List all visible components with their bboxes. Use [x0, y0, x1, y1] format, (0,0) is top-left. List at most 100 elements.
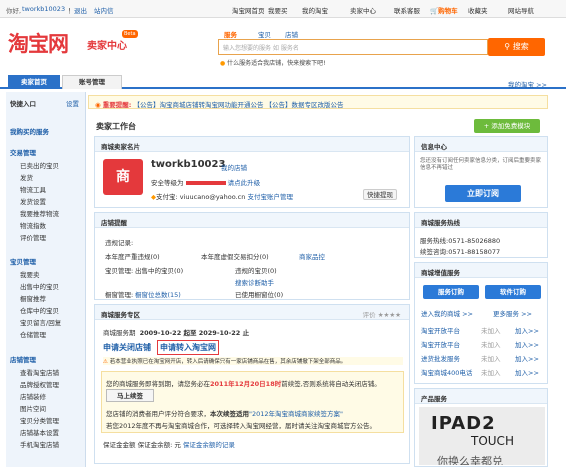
logout-link[interactable]: 退出	[74, 5, 87, 15]
reminders-panel: 店铺提醒 违规记录: 本年度严重违规(0) 本年度虚假交易扣分(0) 商家品控 …	[94, 212, 410, 300]
search-tab-item[interactable]: 宝贝	[258, 29, 271, 39]
taobao-logo[interactable]: 淘宝网 卖家中心 Beta	[8, 24, 138, 64]
sidebar-group-trade[interactable]: 交易管理	[10, 147, 36, 157]
info-center-title: 信息中心	[415, 137, 547, 152]
sidebar-item-basic-settings[interactable]: 店铺基本设置	[20, 427, 59, 437]
sidebar-item-reviews[interactable]: 评价管理	[20, 232, 46, 242]
sidebar-item-showcase[interactable]: 橱窗推荐	[20, 293, 46, 303]
sidebar-group-shop[interactable]: 店铺管理	[10, 354, 36, 364]
ad-text-1: IPAD2	[431, 413, 496, 434]
renewal-plan-link[interactable]: "2012年淘宝商城商家续签方案"	[249, 410, 343, 418]
search-tab-service[interactable]: 服务	[224, 29, 237, 39]
search-button-label: 搜索	[512, 42, 529, 51]
order-software-button[interactable]: 软件订购	[485, 285, 541, 299]
service-row: 淘宝商城400电话 未加入 加入>>	[421, 367, 543, 377]
sidebar-item-index[interactable]: 物流指数	[20, 220, 46, 230]
top-link-service[interactable]: 联系客服	[394, 5, 420, 15]
notice-text[interactable]: 【公告】淘宝商城店铺转淘宝网功能开通公告 【公告】数据专区改版公告	[133, 101, 343, 108]
showcase-used[interactable]: 已使用橱窗位(0)	[235, 289, 283, 299]
service-name[interactable]: 进货批发服务	[421, 355, 460, 363]
search-button[interactable]: ⚲ 搜索	[488, 38, 545, 56]
service-status: 未加入	[481, 355, 501, 363]
search-tab-shop[interactable]: 店铺	[285, 29, 298, 39]
alipay-manage-link[interactable]: 支付宝账户管理	[247, 193, 293, 201]
fake-trade[interactable]: 本年度虚假交易扣分(0)	[201, 251, 269, 261]
close-shop-link[interactable]: 申请关闭店铺	[103, 342, 151, 353]
sidebar-item-warehouse[interactable]: 仓库中的宝贝	[20, 305, 59, 315]
ipad-ad-banner[interactable]: IPAD2 TOUCH 你换么幸都兑	[419, 407, 545, 465]
showcase-label: 橱窗管理:	[105, 291, 134, 299]
card-username: tworkb10023	[151, 159, 226, 170]
top-link-my-taobao[interactable]: 我的淘宝	[302, 5, 328, 15]
sidebar-item-sold[interactable]: 已卖出的宝贝	[20, 160, 59, 170]
top-link-home[interactable]: 淘宝网首页	[232, 5, 265, 15]
sidebar-item-ship-settings[interactable]: 发货设置	[20, 196, 46, 206]
hotline-phone-number: 0571-85026880	[448, 237, 501, 245]
quality-control-link[interactable]: 商家品控	[299, 251, 325, 261]
violation-label: 违规记录:	[105, 239, 134, 247]
deposit-records-link[interactable]: 保证金余额的记录	[183, 441, 235, 449]
join-link[interactable]: 加入>>	[515, 353, 539, 363]
my-shop-link[interactable]: 我的店铺	[221, 162, 247, 172]
items-onsale[interactable]: 出售中的宝贝(0)	[135, 265, 183, 275]
join-link[interactable]: 加入>>	[515, 325, 539, 335]
renew-button[interactable]: 马上续签	[106, 389, 154, 402]
service-period: 商城服务期 2009-10-22 起至 2029-10-22 止	[103, 327, 249, 337]
tab-seller-home[interactable]: 卖家首页	[8, 75, 60, 89]
messages-link[interactable]: 站内信	[94, 5, 114, 15]
ad-text-3: 你换么幸都兑	[437, 455, 503, 465]
my-taobao-link[interactable]: 我的淘宝 >>	[508, 79, 547, 89]
add-module-button[interactable]: + 添加免费模块	[474, 119, 540, 133]
more-services-link[interactable]: 更多服务 >>	[493, 308, 532, 318]
info-center-panel: 信息中心 您还没有订阅任何卖家信息分类，订阅后重要卖家信息不再错过 立即订阅	[414, 136, 548, 208]
search-input[interactable]: 输入您想要的服务 如 服务名	[218, 39, 488, 55]
service-name[interactable]: 淘宝开放平台	[421, 327, 460, 335]
sidebar-item-images[interactable]: 图片空间	[20, 403, 46, 413]
username-link[interactable]: tworkb10023	[22, 5, 65, 13]
service-status: 未加入	[481, 369, 501, 377]
sidebar-item-ship[interactable]: 发货	[20, 172, 33, 182]
sidebar-item-brand[interactable]: 品牌授权管理	[20, 379, 59, 389]
sidebar-item-decorate[interactable]: 店铺装修	[20, 391, 46, 401]
sidebar-item-mobile-shop[interactable]: 手机淘宝店铺	[20, 439, 59, 449]
items-violation[interactable]: 违规的宝贝(0)	[235, 265, 277, 275]
top-link-favorites[interactable]: 收藏夹	[468, 5, 488, 15]
renewal-policy: 您店铺的消费者用户评分符合要求，本次续签适用"2012年淘宝商城商家续签方案"	[106, 408, 343, 418]
sidebar-group-items[interactable]: 宝贝管理	[10, 256, 36, 266]
top-link-cart[interactable]: 🛒购物车	[430, 5, 458, 15]
logo-text: 淘宝网	[8, 31, 69, 56]
quick-recharge-button[interactable]: 快捷提现	[363, 189, 397, 200]
sidebar-item-comments[interactable]: 宝贝留言/回复	[20, 317, 61, 327]
order-service-button[interactable]: 服务订购	[423, 285, 479, 299]
tab-account[interactable]: 账号管理	[62, 75, 122, 89]
enter-mall-link[interactable]: 进入我的商城 >>	[421, 308, 473, 318]
join-link[interactable]: 加入>>	[515, 367, 539, 377]
search-hint: ● 什么服务适合我店铺，快来搜索下吧!	[220, 58, 326, 67]
showcase-total[interactable]: 橱窗位总数(15)	[135, 289, 181, 299]
sidebar-my-services[interactable]: 我购买的服务	[10, 126, 49, 136]
convert-shop-link[interactable]: 申请转入淘宝网	[157, 340, 219, 355]
sidebar-settings-link[interactable]: 设置	[66, 98, 79, 108]
service-name[interactable]: 淘宝开放平台	[421, 341, 460, 349]
search-diagnosis-link[interactable]: 搜索诊断助手	[235, 277, 274, 287]
service-name[interactable]: 淘宝商城400电话	[421, 369, 472, 377]
top-link-buy[interactable]: 我要买	[268, 5, 288, 15]
mall-rating: 评价 ★★★★	[362, 311, 401, 319]
sidebar-item-recommend[interactable]: 我要推荐物流	[20, 208, 59, 218]
service-row: 淘宝开放平台 未加入 加入>>	[421, 325, 543, 335]
top-link-seller-center[interactable]: 卖家中心	[350, 5, 376, 15]
sidebar-item-logistics[interactable]: 物流工具	[20, 184, 46, 194]
upgrade-link[interactable]: 请点此升级	[228, 179, 261, 187]
hotline-phone-label: 服务热线:	[420, 237, 449, 245]
renewal-policy-b: 本次续签适用	[210, 410, 249, 418]
join-link[interactable]: 加入>>	[515, 339, 539, 349]
subscribe-button[interactable]: 立即订阅	[445, 185, 521, 202]
period-label: 商城服务期	[103, 329, 136, 337]
serious-violation[interactable]: 本年度严重违规(0)	[105, 251, 160, 261]
sidebar-item-sell[interactable]: 我要卖	[20, 269, 40, 279]
top-link-sitemap[interactable]: 网站导航	[508, 5, 534, 15]
sidebar-item-categories[interactable]: 宝贝分类管理	[20, 415, 59, 425]
sidebar-item-view-shop[interactable]: 查看淘宝店铺	[20, 367, 59, 377]
sidebar-item-storage[interactable]: 仓储管理	[20, 329, 46, 339]
sidebar-item-onsale[interactable]: 出售中的宝贝	[20, 281, 59, 291]
